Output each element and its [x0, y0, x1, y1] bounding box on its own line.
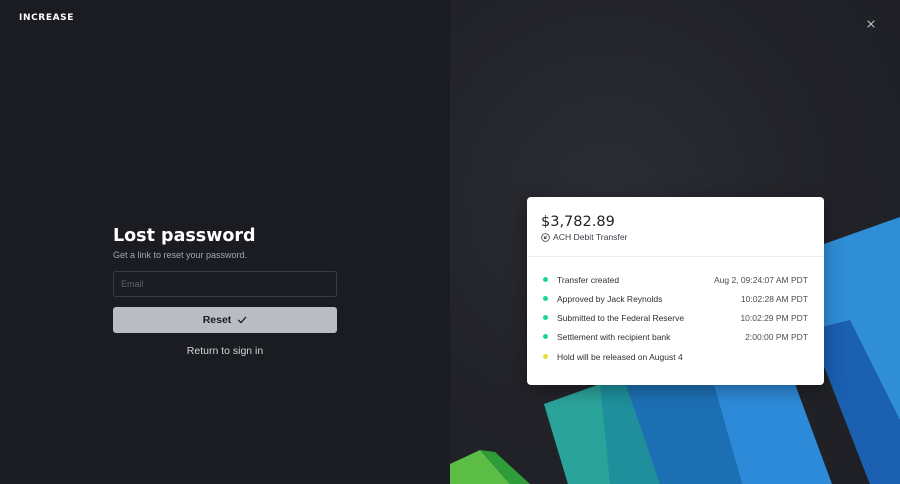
event-time: Aug 2, 09:24:07 AM PDT	[713, 274, 808, 285]
timeline-event-pending: Hold will be released on August 4	[541, 347, 808, 366]
email-field[interactable]	[113, 271, 337, 297]
timeline-event: Submitted to the Federal Reserve 10:02:2…	[541, 308, 808, 327]
event-label: Hold will be released on August 4	[557, 351, 683, 362]
event-time: 10:02:28 AM PDT	[740, 293, 808, 304]
transfer-type-label: ACH Debit Transfer	[553, 232, 628, 242]
status-dot	[543, 315, 548, 320]
status-dot	[543, 334, 548, 339]
event-label: Submitted to the Federal Reserve	[557, 312, 685, 323]
status-dot	[543, 277, 548, 282]
return-to-sign-in-link[interactable]: Return to sign in	[113, 345, 337, 357]
reset-button[interactable]: Reset	[113, 307, 337, 333]
transfer-timeline: Transfer created Aug 2, 09:24:07 AM PDT …	[541, 270, 808, 366]
event-label: Transfer created	[557, 274, 620, 285]
event-time: 2:00:00 PM PDT	[745, 331, 808, 342]
event-time: 10:02:29 PM PDT	[740, 312, 808, 323]
increase-logo: INCREASE	[19, 13, 74, 23]
timeline-event: Settlement with recipient bank 2:00:00 P…	[541, 327, 808, 346]
event-label: Approved by Jack Reynolds	[557, 293, 663, 304]
transfer-amount: $3,782.89	[541, 214, 615, 230]
close-icon	[867, 20, 875, 28]
page-subtitle: Get a link to reset your password.	[113, 250, 248, 260]
close-button[interactable]	[862, 15, 880, 33]
timeline-event: Approved by Jack Reynolds 10:02:28 AM PD…	[541, 289, 808, 308]
reset-button-label: Reset	[202, 314, 232, 326]
teal-shape-light	[544, 384, 610, 484]
transfer-card: $3,782.89 ACH Debit Transfer Transfer cr…	[527, 197, 824, 385]
status-dot	[543, 296, 548, 301]
event-label: Settlement with recipient bank	[557, 331, 671, 342]
transfer-type: ACH Debit Transfer	[541, 232, 628, 242]
timeline-event: Transfer created Aug 2, 09:24:07 AM PDT	[541, 270, 808, 289]
login-panel: INCREASE Lost password Get a link to res…	[0, 0, 450, 484]
transfer-direction-icon	[541, 232, 550, 242]
lost-password-form: Lost password Get a link to reset your p…	[113, 226, 337, 357]
page-title: Lost password	[113, 226, 256, 246]
status-dot	[543, 354, 548, 359]
card-divider	[527, 256, 824, 257]
check-icon	[238, 316, 247, 324]
